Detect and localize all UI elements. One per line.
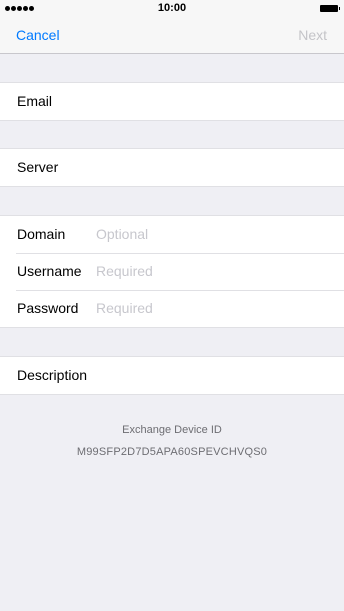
domain-field[interactable]: Domain Optional <box>0 216 344 253</box>
description-group: Description <box>0 356 344 395</box>
domain-input[interactable]: Optional <box>96 226 148 242</box>
description-label: Description <box>17 367 88 383</box>
domain-label: Domain <box>17 226 66 242</box>
device-id-value: M99SFP2D7D5APA60SPEVCHVQS0 <box>76 446 268 458</box>
password-label: Password <box>17 300 79 316</box>
email-group: Email <box>0 82 344 121</box>
email-field[interactable]: Email <box>0 83 344 120</box>
password-input[interactable]: Required <box>96 300 153 316</box>
status-bar: 10:00 <box>0 0 344 18</box>
next-button[interactable]: Next <box>298 27 327 43</box>
status-time: 10:00 <box>157 2 187 14</box>
server-field[interactable]: Server <box>0 149 344 186</box>
battery-icon <box>320 5 340 12</box>
description-field[interactable]: Description <box>0 357 344 394</box>
email-label: Email <box>17 93 53 109</box>
account-group: Domain Optional Username Required Passwo… <box>0 215 344 328</box>
navigation-bar: Cancel Next <box>0 18 344 54</box>
server-label: Server <box>17 159 59 175</box>
username-input[interactable]: Required <box>96 263 153 279</box>
device-id-label: Exchange Device ID <box>122 424 222 436</box>
username-field[interactable]: Username Required <box>0 253 344 290</box>
cancel-button[interactable]: Cancel <box>16 27 60 43</box>
password-field[interactable]: Password Required <box>0 290 344 327</box>
server-group: Server <box>0 148 344 187</box>
username-label: Username <box>17 263 82 279</box>
